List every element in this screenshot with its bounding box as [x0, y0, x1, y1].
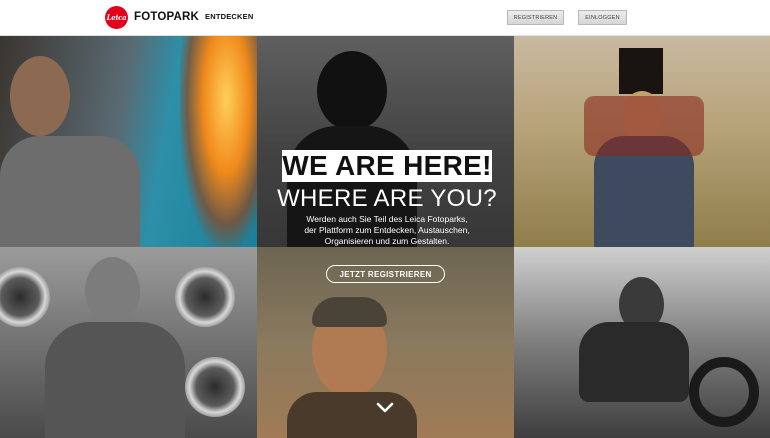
photo-tile-4 [0, 247, 257, 438]
hero-description-line: der Plattform zum Entdecken, Austauschen… [304, 225, 470, 235]
hero-headline-secondary: WHERE ARE YOU? [277, 185, 497, 212]
person-body [287, 392, 417, 438]
speaker-decor [175, 267, 235, 327]
register-button[interactable]: REGISTRIEREN [507, 10, 564, 25]
flat-cap [312, 297, 387, 327]
person-body [579, 322, 689, 402]
hero-description-line: Organisieren und zum Gestalten. [324, 236, 450, 246]
login-button[interactable]: EINLOGGEN [578, 10, 627, 25]
speaker-decor [185, 357, 245, 417]
brand-name[interactable]: FOTOPARK [134, 11, 199, 23]
red-chair [584, 96, 704, 156]
person-body [0, 136, 140, 247]
hero-headline-primary: WE ARE HERE! [282, 150, 492, 182]
hero-description: Werden auch Sie Teil des Leica Fotoparks… [287, 214, 487, 247]
photo-tile-3 [514, 36, 770, 247]
fire-effect [180, 36, 257, 247]
leica-logo[interactable]: Leica [105, 6, 128, 29]
logo-text: Leica [106, 13, 127, 22]
top-header: Leica FOTOPARK ENTDECKEN REGISTRIEREN EI… [0, 0, 770, 36]
photo-tile-6 [514, 247, 770, 438]
speaker-decor [0, 267, 50, 327]
motorcycle-wheel [689, 357, 759, 427]
person-head [10, 56, 70, 136]
register-now-button[interactable]: JETZT REGISTRIEREN [326, 265, 445, 283]
photo-tile-1 [0, 36, 257, 247]
top-hat [619, 48, 663, 94]
chevron-down-icon[interactable] [375, 400, 395, 416]
person-body [45, 322, 185, 438]
hero-description-line: Werden auch Sie Teil des Leica Fotoparks… [306, 214, 468, 224]
person-head [85, 257, 140, 325]
nav-discover[interactable]: ENTDECKEN [205, 12, 253, 21]
